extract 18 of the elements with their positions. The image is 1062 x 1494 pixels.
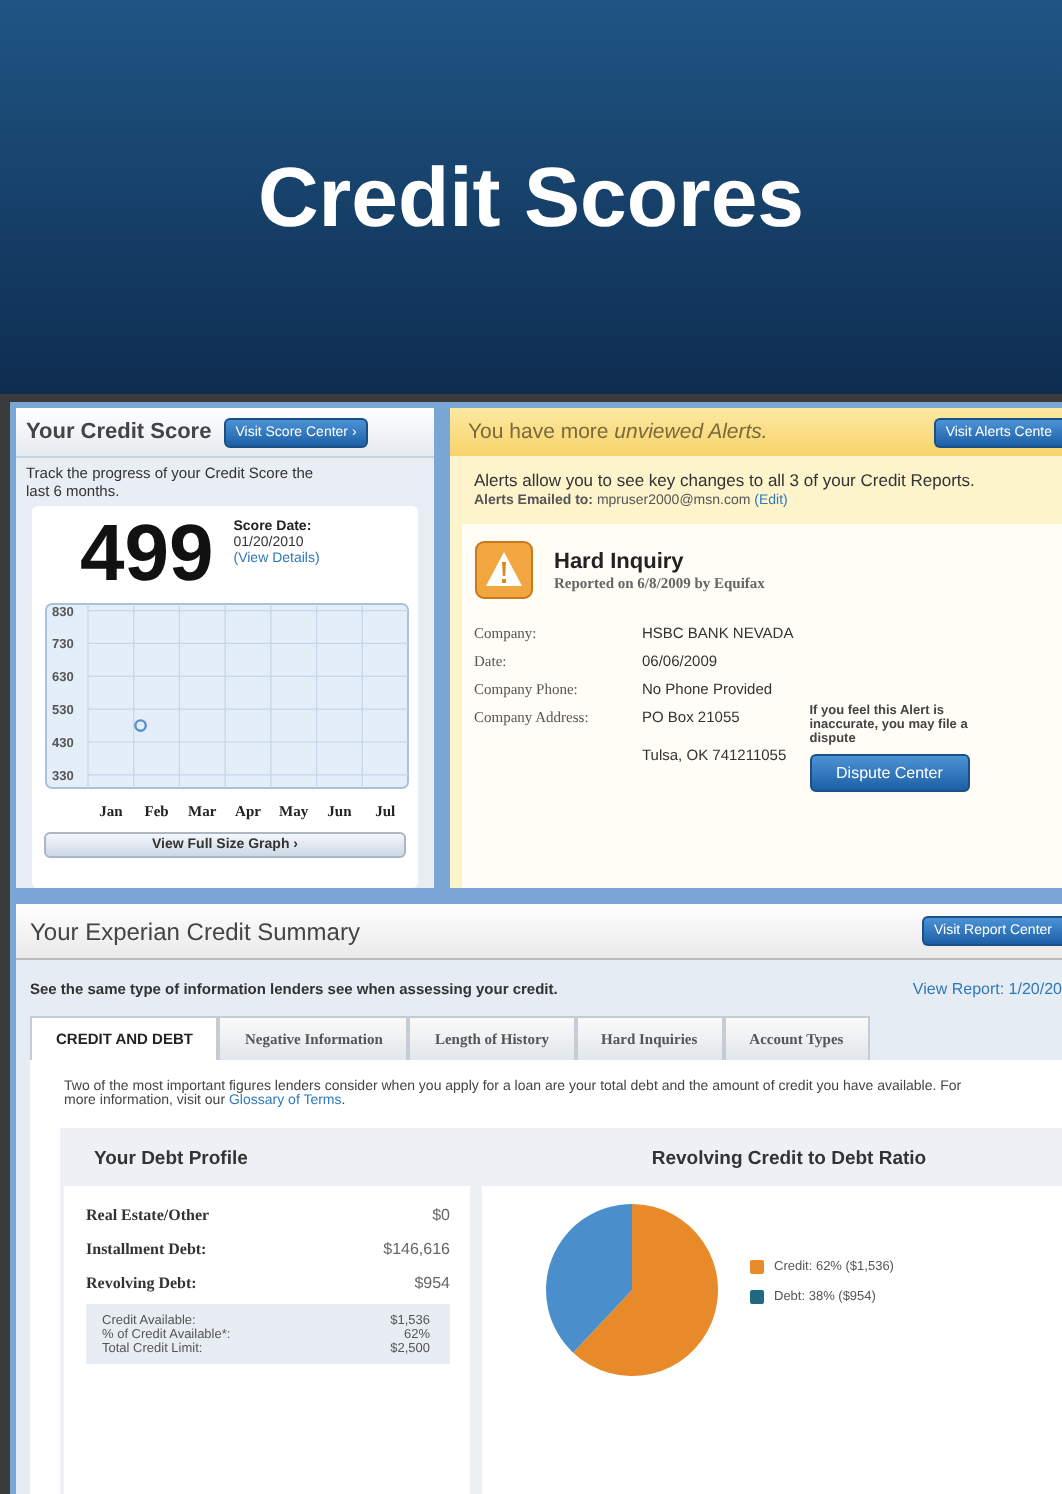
alert-title: Hard Inquiry <box>554 549 686 573</box>
alerts-heading: You have more unviewed Alerts. <box>468 420 768 444</box>
debt-value: $0 <box>432 1206 450 1224</box>
warning-icon <box>474 540 534 600</box>
debt-label: Installment Debt: <box>86 1240 207 1258</box>
section-title: Your Debt Profile <box>92 1148 250 1170</box>
summary-title: Your Experian Credit Summary <box>30 917 360 945</box>
debt-value: $954 <box>414 1274 450 1292</box>
section-title: Revolving Credit to Debt Ratio <box>649 1148 927 1170</box>
dispute-center-button[interactable]: Dispute Center <box>809 754 970 792</box>
debt-label: Real Estate/Other <box>86 1206 210 1224</box>
debt-value: $146,616 <box>383 1240 450 1258</box>
view-report-link[interactable]: View Report: 1/20/20 <box>912 979 1062 997</box>
panel-title: Your Credit Score <box>26 420 212 444</box>
credit-score: 499 <box>80 514 214 594</box>
alerts-intro-text: Alerts allow you to see key changes to all 3 of your Credit Reports. <box>474 470 977 490</box>
slide-title: Credit Scores <box>257 149 805 245</box>
debt-label: Revolving Debt: <box>86 1274 197 1292</box>
